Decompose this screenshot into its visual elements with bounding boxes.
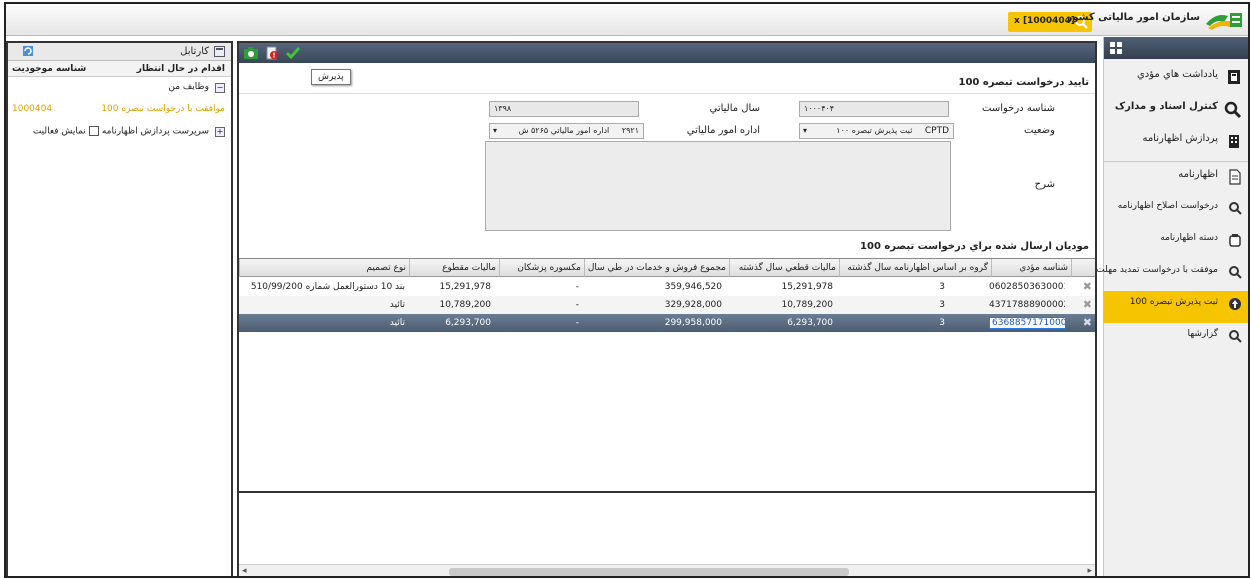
org-name: سازمان امور مالیاتی کشور — [1066, 12, 1200, 23]
grid-menu-icon[interactable] — [1110, 42, 1122, 57]
nav-label: درخواست اصلاح اظهارنامه — [1117, 201, 1218, 211]
circle-arrow-icon — [1228, 297, 1242, 314]
folder-icon — [1228, 233, 1242, 250]
building-icon — [1226, 133, 1242, 152]
col-total-sales[interactable]: مجموع فروش و خدمات در طي سال — [584, 259, 729, 277]
remove-row-icon[interactable]: ✖ — [1083, 299, 1092, 310]
main-toolbar — [239, 43, 1095, 63]
nav-item-return-processing[interactable]: پردازش اظهارنامه — [1103, 127, 1248, 159]
org-logo-icon — [1204, 10, 1244, 32]
nav-item-extension-approval[interactable]: موفقت با درخواست تمدید مهلت — [1096, 259, 1248, 291]
status-select[interactable]: CPTD ثبت پذيرش تبصره ۱۰۰ ▾ — [799, 123, 954, 139]
grid-header: شناسه مؤدي گروه بر اساس اظهارنامه سال گذ… — [239, 259, 1095, 277]
nav-item-document-control[interactable]: کنترل اسناد و مدارک — [1103, 95, 1248, 127]
task-row[interactable]: موافقت با درخواست تبصره 100 1000404 — [8, 99, 231, 121]
show-activity-checkbox[interactable] — [88, 126, 99, 136]
cartable-title: کارتابل — [180, 46, 209, 57]
scroll-thumb[interactable] — [449, 568, 849, 576]
col-settled-tax[interactable]: ماليات مقطوع — [409, 259, 499, 277]
nav-item-tax-return[interactable]: اظهارنامه — [1103, 163, 1248, 195]
accept-check-icon[interactable] — [285, 46, 301, 63]
magnifier-icon — [1228, 329, 1242, 346]
label-request-id: شناسه درخواست — [982, 103, 1055, 114]
label-description: شرح — [1034, 179, 1055, 190]
col-entity-id: شناسه موجوديت — [12, 64, 87, 74]
magnifier-icon — [1224, 101, 1242, 122]
label-tax-year: سال مالياتي — [709, 103, 760, 114]
dropdown-arrow-icon[interactable]: ▾ — [493, 126, 497, 135]
grid-bottom-border — [239, 491, 1095, 493]
nav-label: ثبت پذيرش تبصره 100 — [1129, 297, 1218, 307]
task-label: موافقت با درخواست تبصره 100 — [101, 104, 225, 114]
collapse-icon[interactable]: − — [215, 83, 225, 93]
nav-item-return-batch[interactable]: دسته اظهارنامه — [1103, 227, 1248, 259]
nav-item-note100-registration[interactable]: ثبت پذيرش تبصره 100 — [1103, 291, 1248, 323]
tree-item-my-tasks[interactable]: − وظايف من — [8, 77, 231, 99]
grid-title: موديان ارسال شده براي درخواست تبصره 100 — [860, 241, 1089, 252]
document-icon — [1228, 169, 1242, 188]
remove-row-icon[interactable]: ✖ — [1083, 317, 1092, 328]
col-medical[interactable]: مکسوره پزشکان — [499, 259, 584, 277]
task-entity-id: 1000404 — [12, 104, 53, 114]
col-group[interactable]: گروه بر اساس اظهارنامه سال گذشته — [839, 259, 991, 277]
magnifier-icon — [1228, 265, 1242, 282]
nav-label: اظهارنامه — [1178, 169, 1218, 180]
nav-label: پردازش اظهارنامه — [1142, 133, 1218, 144]
col-pending-action: اقدام در حال انتظار — [136, 64, 225, 74]
notes-icon — [1226, 69, 1242, 88]
description-textarea[interactable] — [485, 141, 951, 231]
magnifier-icon — [1228, 201, 1242, 218]
horizontal-scrollbar[interactable]: ◂ ▸ — [239, 564, 1095, 576]
document-alert-icon[interactable] — [265, 46, 279, 63]
table-row[interactable]: ✖ 06028503630001 3 15,291,978 359,946,52… — [239, 278, 1095, 296]
col-decision[interactable]: نوع تصميم — [239, 259, 409, 277]
nav-header — [1104, 37, 1248, 59]
cartable-header: کارتابل — [8, 43, 231, 61]
request-id-field: ۱۰۰۰۴۰۴ — [799, 101, 949, 117]
scroll-left-icon[interactable]: ◂ — [242, 566, 247, 576]
form-title: تاييد درخواست تبصره 100 — [958, 77, 1089, 88]
scroll-right-icon[interactable]: ▸ — [1087, 566, 1092, 576]
label-status: وضعيت — [1024, 125, 1055, 136]
nav-label: کنترل اسناد و مدارک — [1114, 101, 1218, 112]
tree-item-supervisor[interactable]: + سرپرست پردازش اظهارنامهنمايش فعاليت — [8, 121, 231, 143]
table-row-selected[interactable]: ✖ 63688571710001 3 6,293,700 299,958,000… — [239, 314, 1095, 332]
nav-item-return-correction[interactable]: درخواست اصلاح اظهارنامه — [1103, 195, 1248, 227]
window-icon — [214, 46, 225, 60]
accept-tooltip: پذيرش — [311, 69, 351, 85]
cartable-column-header: اقدام در حال انتظار شناسه موجوديت — [8, 61, 231, 77]
remove-row-icon[interactable]: ✖ — [1083, 281, 1092, 292]
nav-item-taxpayer-notes[interactable]: يادداشت هاي مؤدي — [1103, 63, 1248, 95]
nav-item-reports[interactable]: گزارشها — [1103, 323, 1248, 355]
taxpayers-grid: شناسه مؤدي گروه بر اساس اظهارنامه سال گذ… — [239, 258, 1095, 490]
top-bar: x [1000404] سازمان امور مالیاتی کشور — [6, 4, 1248, 36]
nav-label: دسته اظهارنامه — [1160, 233, 1218, 243]
camera-icon[interactable] — [243, 46, 259, 63]
main-panel: پذيرش تاييد درخواست تبصره 100 شناسه درخو… — [237, 41, 1097, 576]
tax-year-field: ۱۳۹۸ — [489, 101, 639, 117]
app-window: x [1000404] سازمان امور مالیاتی کشور ياد… — [4, 2, 1250, 578]
label-tax-office: اداره امور مالياتي — [686, 125, 760, 136]
col-taxpayer-id[interactable]: شناسه مؤدي — [991, 259, 1071, 277]
right-navigation: يادداشت هاي مؤدي کنترل اسناد و مدارک پرد… — [1096, 37, 1248, 576]
expand-icon[interactable]: + — [215, 127, 225, 137]
tax-office-select[interactable]: ۲۹۲۱ اداره امور مالياتي ۵۲۶۵ ش ▾ — [489, 123, 644, 139]
refresh-icon[interactable] — [22, 45, 34, 60]
nav-label: موفقت با درخواست تمدید مهلت — [1096, 265, 1218, 275]
nav-label: يادداشت هاي مؤدي — [1136, 69, 1218, 80]
nav-label: گزارشها — [1187, 329, 1218, 339]
col-final-tax[interactable]: ماليات قطعي سال گذشته — [729, 259, 839, 277]
dropdown-arrow-icon[interactable]: ▾ — [803, 126, 807, 135]
cartable-panel: کارتابل اقدام در حال انتظار شناسه موجودي… — [6, 41, 233, 576]
table-row[interactable]: ✖ 43717888900002 3 10,789,200 329,928,00… — [239, 296, 1095, 314]
show-activity-label: نمايش فعاليت — [32, 126, 86, 137]
